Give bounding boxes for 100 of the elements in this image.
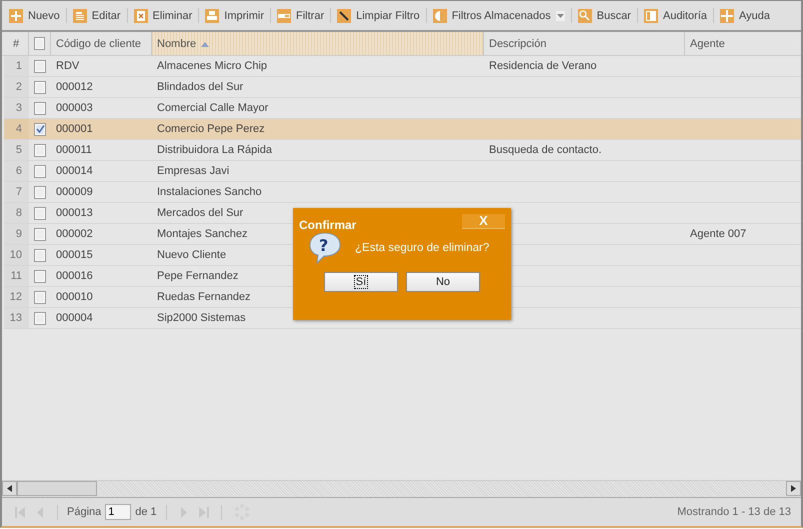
row-number: 4: [16, 123, 22, 135]
row-number: 13: [10, 312, 22, 324]
row-number: 1: [16, 60, 22, 72]
row-number: 9: [16, 228, 22, 240]
table-cell: Busqueda de contacto.: [489, 144, 602, 156]
brush-icon: [337, 8, 352, 22]
row-number: 11: [10, 270, 22, 282]
table-cell: RDV: [56, 60, 80, 72]
row-checkbox[interactable]: [34, 80, 46, 94]
table-cell: Distribuidora La Rápida: [157, 144, 272, 156]
row-checkbox[interactable]: [34, 248, 46, 262]
toolbar-button[interactable]: Filtros Almacenados: [432, 8, 566, 22]
paging-summary: Mostrando 1 - 13 de 13: [677, 506, 791, 518]
table-cell: 000003: [56, 102, 93, 114]
row-number: 3: [16, 102, 22, 114]
row-checkbox[interactable]: [34, 312, 46, 324]
table-cell: Comercio Pepe Perez: [157, 123, 265, 135]
row-checkbox[interactable]: [34, 186, 46, 198]
row-checkbox[interactable]: [34, 164, 46, 178]
document-icon: [644, 8, 658, 22]
dialog-button[interactable]: No: [406, 272, 480, 292]
table-cell: 000001: [56, 123, 93, 135]
toolbar-button[interactable]: Eliminar: [132, 8, 194, 22]
column-header[interactable]: Nombre: [152, 32, 484, 55]
note-icon: [72, 8, 87, 22]
table-cell: 000010: [56, 291, 93, 303]
dialog-title: Confirmar: [299, 218, 356, 232]
toolbar-button[interactable]: Editar: [72, 8, 122, 22]
table-cell: Blindados del Sur: [157, 81, 244, 93]
table-cell: 000004: [56, 312, 93, 324]
circle-icon: [432, 8, 447, 22]
row-checkbox[interactable]: [34, 102, 46, 114]
table-row[interactable]: 1 RDV Almacenes Micro Chip Residencia de Verano: [4, 56, 801, 77]
row-checkbox[interactable]: [34, 228, 46, 240]
table-cell: Montajes Sanchez: [157, 228, 248, 240]
table-cell: 000015: [56, 249, 93, 261]
row-checkbox[interactable]: [34, 60, 46, 72]
table-cell: Sip2000 Sistemas: [157, 312, 246, 324]
table-cell: 000016: [56, 270, 93, 282]
column-header[interactable]: #: [4, 32, 29, 55]
page-label: Página: [67, 506, 102, 518]
dialog-message: ¿Esta seguro de eliminar?: [355, 242, 490, 254]
table-row[interactable]: 2 000012 Blindados del Sur: [4, 77, 801, 98]
table-cell: Nuevo Cliente: [157, 249, 226, 261]
column-header[interactable]: Descripción: [484, 32, 685, 55]
row-number: 10: [10, 249, 22, 261]
select-all-checkbox[interactable]: [34, 37, 45, 50]
scroll-right-button[interactable]: [786, 481, 801, 496]
toolbar-button[interactable]: Filtrar: [276, 8, 326, 22]
row-checkbox[interactable]: [34, 144, 46, 156]
table-row[interactable]: 3 000003 Comercial Calle Mayor: [4, 98, 801, 119]
toolbar-button[interactable]: Ayuda: [719, 8, 772, 22]
plus-icon: [9, 8, 23, 22]
row-checkbox[interactable]: [34, 206, 46, 220]
table-cell: 000012: [56, 81, 93, 93]
scroll-left-button[interactable]: [2, 481, 17, 496]
toolbar-button[interactable]: Nuevo: [8, 8, 61, 22]
search-icon: [578, 8, 592, 22]
table-cell: Agente 007: [690, 228, 746, 240]
row-checkbox[interactable]: [34, 290, 46, 304]
table-cell: Residencia de Verano: [489, 60, 597, 72]
row-number: 7: [16, 186, 22, 198]
table-cell: Almacenes Micro Chip: [157, 60, 268, 72]
row-number: 12: [10, 291, 22, 303]
right-arrow-icon: [791, 485, 796, 492]
table-row[interactable]: 6 000014 Empresas Javi: [4, 161, 801, 182]
table-cell: Empresas Javi: [157, 165, 230, 177]
row-number: 5: [16, 144, 22, 156]
table-cell: Instalaciones Sancho: [157, 186, 262, 198]
table-cell: Ruedas Fernandez: [157, 291, 251, 303]
bar-icon: [277, 8, 291, 22]
table-row[interactable]: 5 000011 Distribuidora La Rápida Busqueda de contacto.: [4, 140, 801, 161]
table-cell: Mercados del Sur: [157, 207, 244, 219]
table-cell: 000002: [56, 228, 93, 240]
row-number: 6: [16, 165, 22, 177]
scrollbar-thumb[interactable]: [17, 481, 97, 496]
toolbar-button[interactable]: Auditoría: [642, 8, 708, 22]
table-cell: 000014: [56, 165, 93, 177]
column-header[interactable]: Agente: [685, 32, 801, 55]
dialog-button[interactable]: Sí: [324, 272, 398, 292]
table-cell: Comercial Calle Mayor: [157, 102, 268, 114]
toolbar-button[interactable]: Buscar: [576, 8, 632, 22]
toolbar-button[interactable]: Limpiar Filtro: [336, 8, 421, 22]
row-number: 2: [16, 81, 22, 93]
table-cell: 000011: [56, 144, 92, 156]
page-count: de 1: [135, 506, 157, 518]
page-input[interactable]: 1: [105, 504, 132, 520]
table-cell: 000009: [56, 186, 93, 198]
row-number: 8: [16, 207, 22, 219]
toolbar-button[interactable]: Imprimir: [204, 8, 265, 22]
table-row[interactable]: 7 000009 Instalaciones Sancho: [4, 182, 801, 203]
table-row[interactable]: 4 000001 Comercio Pepe Perez: [4, 119, 801, 140]
row-checkbox[interactable]: [34, 122, 46, 136]
printer-icon: [205, 8, 220, 22]
table-cell: Pepe Fernandez: [157, 270, 238, 282]
left-arrow-icon: [7, 485, 12, 492]
x-document-icon: [134, 8, 148, 22]
table-cell: 000013: [56, 207, 93, 219]
row-checkbox[interactable]: [34, 270, 46, 282]
question-mark: ?: [319, 236, 328, 255]
